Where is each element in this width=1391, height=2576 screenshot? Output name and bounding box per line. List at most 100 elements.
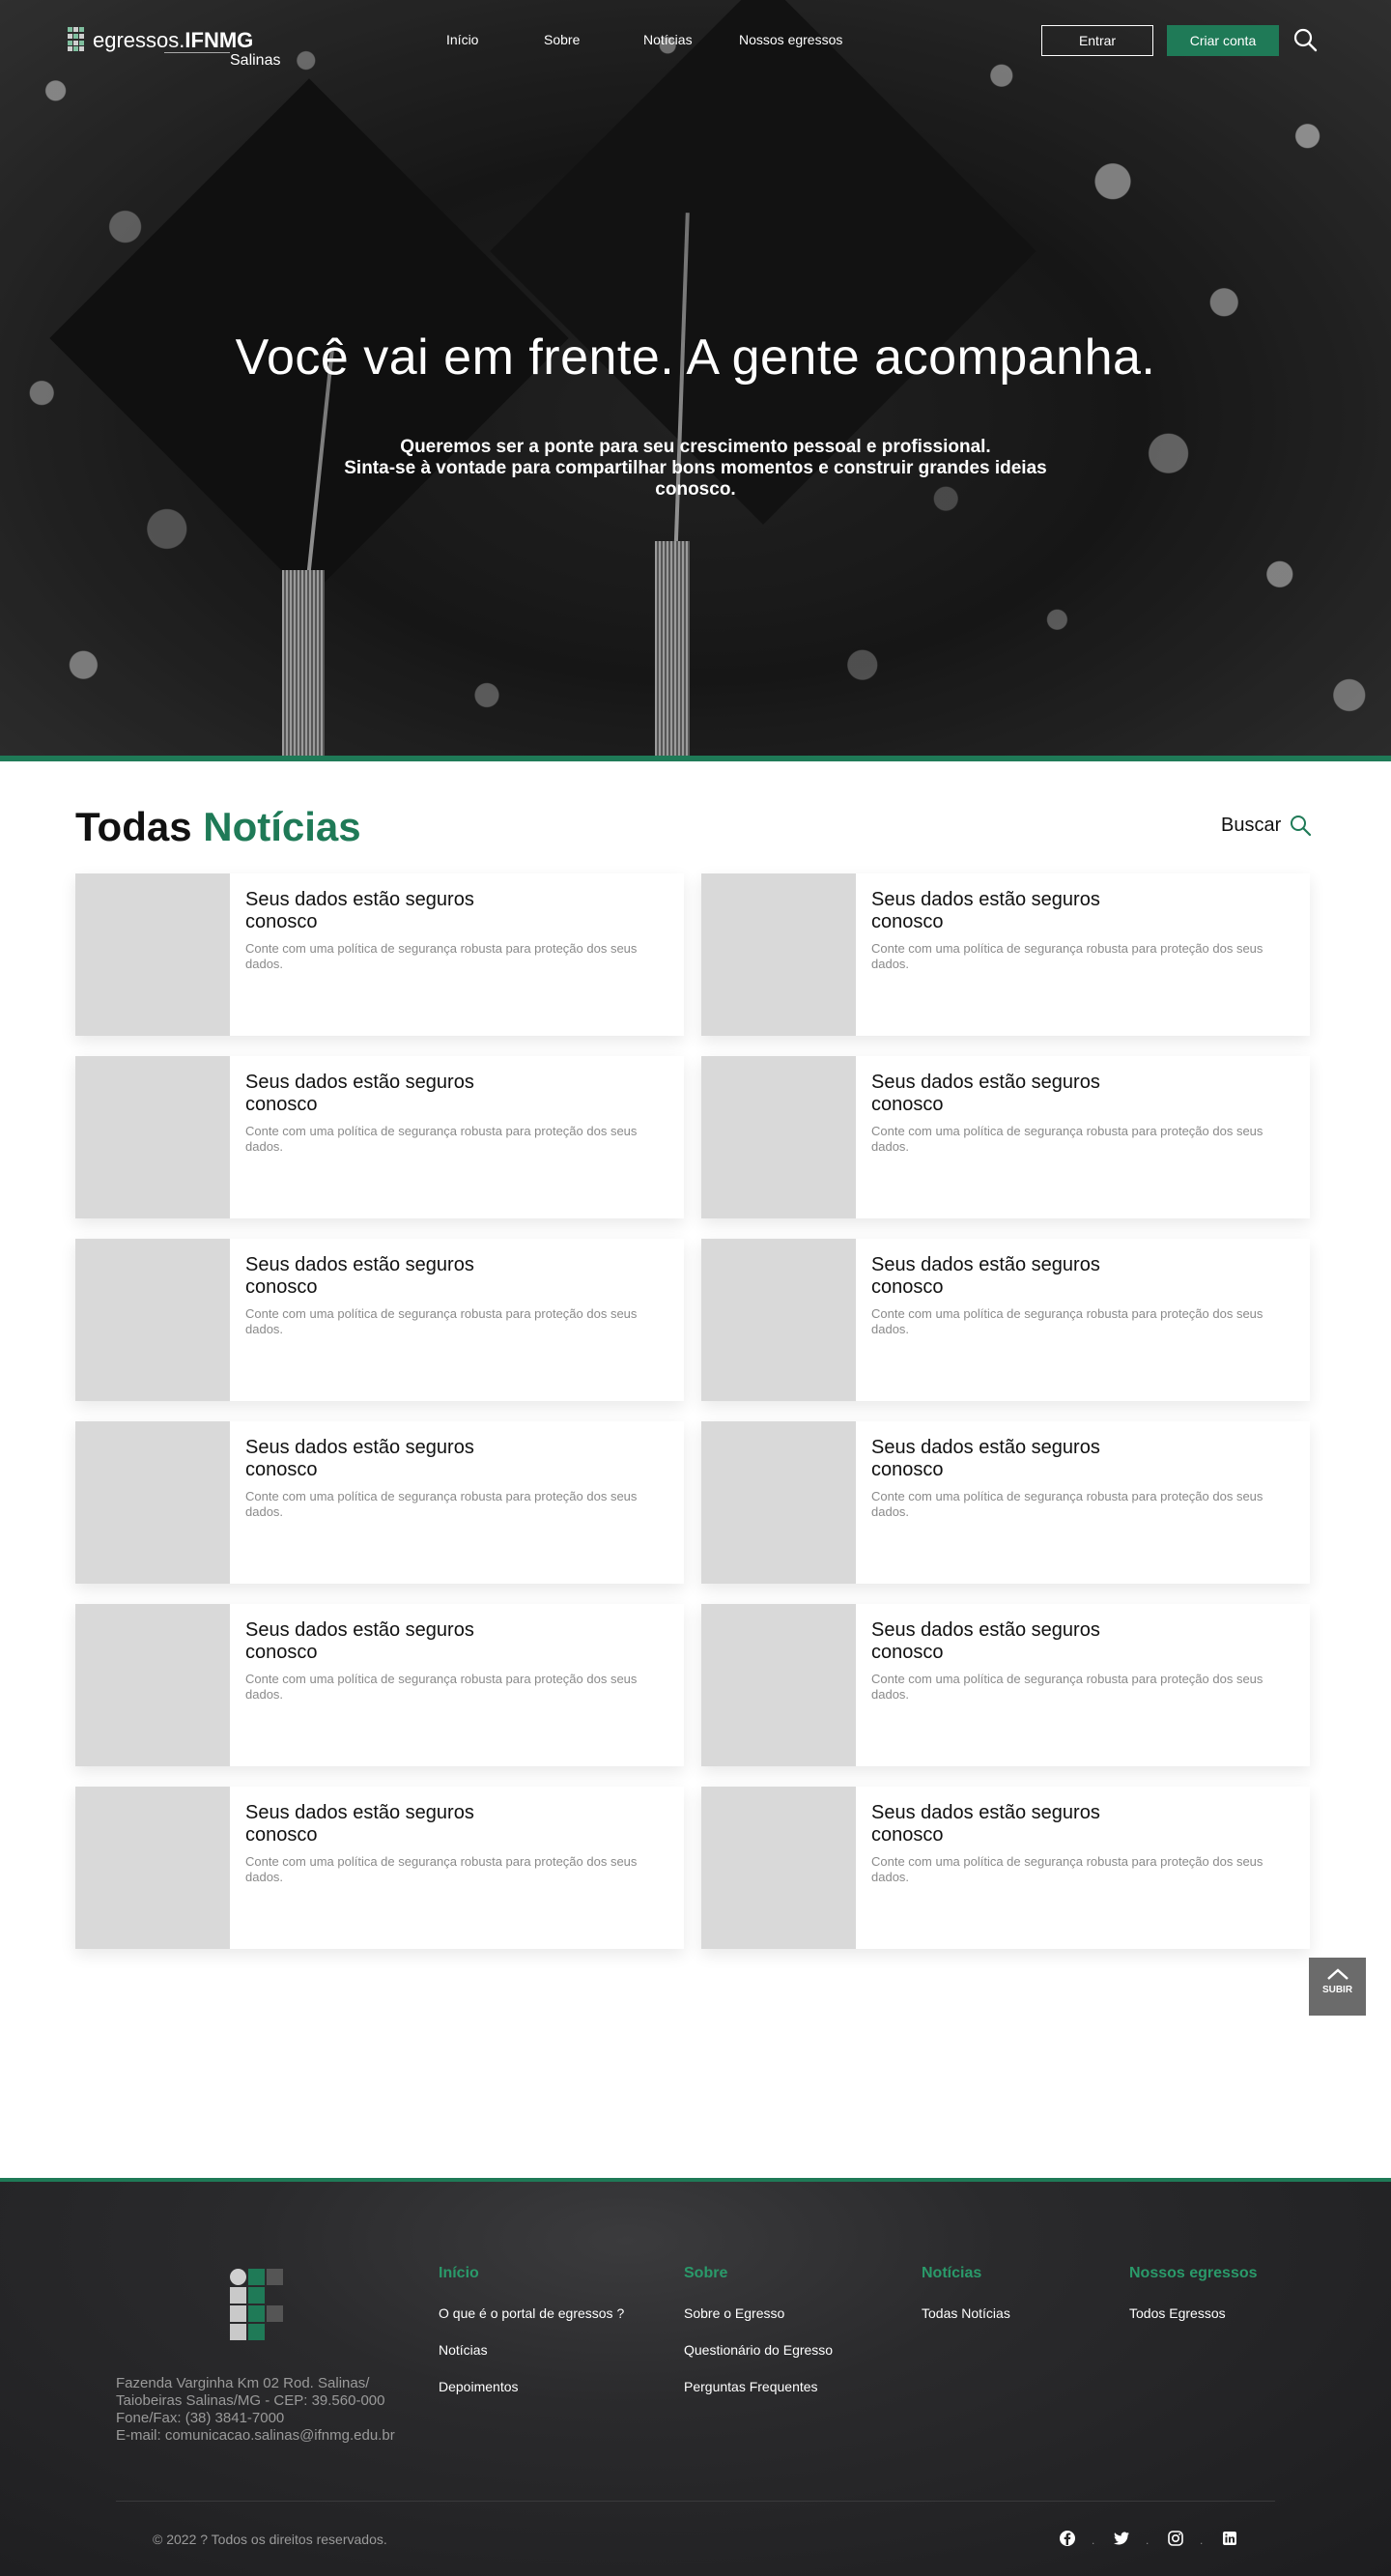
email-line: E-mail: comunicacao.salinas@ifnmg.edu.br (116, 2427, 395, 2444)
news-card-image-placeholder (75, 1239, 230, 1401)
news-card[interactable]: Seus dados estão seguros conosco Conte co… (75, 873, 684, 1036)
news-card-image-placeholder (701, 1604, 856, 1766)
hero-subtitle-line: Queremos ser a ponte para seu cresciment… (400, 437, 991, 457)
footer-heading[interactable]: Sobre (684, 2265, 833, 2282)
search-icon[interactable] (1289, 814, 1312, 837)
back-to-top-button[interactable]: SUBIR (1309, 1958, 1366, 2016)
footer-column-inicio: Início O que é o portal de egressos ? No… (439, 2265, 624, 2416)
section-title-prefix: Todas (75, 804, 192, 849)
news-card-description: Conte com uma política de segurança robu… (871, 1672, 1263, 1702)
news-card-body: Seus dados estão seguros conosco Conte co… (230, 1239, 667, 1401)
news-card-title: Seus dados estão seguros conosco (871, 1619, 1100, 1663)
site-logo[interactable]: egressos.IFNMG Salinas (68, 25, 290, 73)
news-card[interactable]: Seus dados estão seguros conosco Conte co… (701, 1056, 1310, 1218)
footer-divider (116, 2501, 1275, 2502)
login-button[interactable]: Entrar (1041, 25, 1153, 56)
news-card-body: Seus dados estão seguros conosco Conte co… (856, 1787, 1292, 1949)
news-card-body: Seus dados estão seguros conosco Conte co… (230, 873, 667, 1036)
logo-campus: Salinas (230, 52, 281, 69)
copyright: © 2022 ? Todos os direitos reservados. (153, 2532, 387, 2547)
news-card-description: Conte com uma política de segurança robu… (245, 1854, 638, 1884)
search-icon[interactable] (1292, 27, 1318, 52)
news-card-title: Seus dados estão seguros conosco (871, 1802, 1100, 1846)
news-card[interactable]: Seus dados estão seguros conosco Conte co… (75, 1421, 684, 1584)
news-card-body: Seus dados estão seguros conosco Conte co… (856, 873, 1292, 1036)
news-card-description: Conte com uma política de segurança robu… (871, 1306, 1263, 1336)
footer-address: Fazenda Varginha Km 02 Rod. Salinas/ Tai… (116, 2375, 395, 2445)
footer-link[interactable]: Todas Notícias (922, 2305, 1010, 2321)
phone-line: Fone/Fax: (38) 3841-7000 (116, 2410, 285, 2426)
back-to-top-label: SUBIR (1321, 1985, 1353, 1995)
news-card-description: Conte com uma política de segurança robu… (245, 1672, 638, 1702)
nav-inicio[interactable]: Início (446, 32, 478, 47)
footer-heading[interactable]: Nossos egressos (1129, 2265, 1258, 2282)
linkedin-icon[interactable] (1221, 2530, 1238, 2547)
news-card-title: Seus dados estão seguros conosco (245, 889, 474, 932)
nav-nossos-egressos[interactable]: Nossos egressos (739, 32, 842, 47)
news-card-image-placeholder (75, 1421, 230, 1584)
news-card-description: Conte com uma política de segurança robu… (871, 1854, 1263, 1884)
news-card-title: Seus dados estão seguros conosco (871, 1437, 1100, 1480)
footer-column-sobre: Sobre Sobre o Egresso Questionário do Eg… (684, 2265, 833, 2416)
hero-title: Você vai em frente. A gente acompanha. (235, 329, 1156, 386)
search-label[interactable]: Buscar (1221, 815, 1281, 837)
logo-text: egressos.IFNMG (93, 28, 254, 52)
news-card[interactable]: Seus dados estão seguros conosco Conte co… (701, 1421, 1310, 1584)
news-card-body: Seus dados estão seguros conosco Conte co… (230, 1787, 667, 1949)
nav-sobre[interactable]: Sobre (544, 32, 580, 47)
news-card[interactable]: Seus dados estão seguros conosco Conte co… (701, 1787, 1310, 1949)
news-card-description: Conte com uma política de segurança robu… (245, 1489, 638, 1519)
section-title-highlight: Notícias (203, 804, 361, 849)
footer-heading[interactable]: Início (439, 2265, 624, 2282)
news-card-body: Seus dados estão seguros conosco Conte co… (230, 1421, 667, 1584)
news-card-title: Seus dados estão seguros conosco (871, 1072, 1100, 1115)
footer-link[interactable]: Sobre o Egresso (684, 2305, 833, 2321)
news-card[interactable]: Seus dados estão seguros conosco Conte co… (75, 1239, 684, 1401)
footer-link[interactable]: Perguntas Frequentes (684, 2379, 833, 2394)
footer-column-noticias: Notícias Todas Notícias (922, 2265, 1010, 2342)
news-card[interactable]: Seus dados estão seguros conosco Conte co… (75, 1604, 684, 1766)
news-card-image-placeholder (701, 1421, 856, 1584)
news-card-image-placeholder (75, 1056, 230, 1218)
footer-link[interactable]: Depoimentos (439, 2379, 624, 2394)
logo-underline (164, 52, 230, 53)
news-card[interactable]: Seus dados estão seguros conosco Conte co… (701, 1239, 1310, 1401)
signup-button[interactable]: Criar conta (1167, 25, 1279, 56)
separator-dot: . (1146, 2533, 1150, 2547)
chevron-up-icon (1326, 1968, 1348, 1980)
news-card-body: Seus dados estão seguros conosco Conte co… (856, 1239, 1292, 1401)
instagram-icon[interactable] (1167, 2530, 1184, 2547)
footer-column-nossos-egressos: Nossos egressos Todos Egressos (1129, 2265, 1258, 2342)
footer-link[interactable]: O que é o portal de egressos ? (439, 2305, 624, 2321)
news-card-body: Seus dados estão seguros conosco Conte co… (230, 1604, 667, 1766)
news-card-description: Conte com uma política de segurança robu… (245, 1306, 638, 1336)
news-card[interactable]: Seus dados estão seguros conosco Conte co… (75, 1056, 684, 1218)
twitter-icon[interactable] (1113, 2530, 1130, 2547)
separator-dot: . (1092, 2533, 1095, 2547)
hero-banner: egressos.IFNMG Salinas Início Sobre Notí… (0, 0, 1391, 756)
news-card-description: Conte com uma política de segurança robu… (871, 1489, 1263, 1519)
news-card[interactable]: Seus dados estão seguros conosco Conte co… (75, 1787, 684, 1949)
news-card-description: Conte com uma política de segurança robu… (871, 1124, 1263, 1154)
news-card-title: Seus dados estão seguros conosco (245, 1254, 474, 1298)
news-card[interactable]: Seus dados estão seguros conosco Conte co… (701, 873, 1310, 1036)
news-card-body: Seus dados estão seguros conosco Conte co… (856, 1604, 1292, 1766)
address-line: Taiobeiras Salinas/MG - CEP: 39.560-000 (116, 2392, 385, 2409)
hero-accent-line (0, 756, 1391, 761)
news-card-description: Conte com uma política de segurança robu… (245, 941, 638, 971)
news-grid: Seus dados estão seguros conosco Conte co… (75, 873, 1310, 1949)
facebook-icon[interactable] (1059, 2530, 1076, 2547)
news-card-title: Seus dados estão seguros conosco (871, 1254, 1100, 1298)
news-card-image-placeholder (701, 873, 856, 1036)
section-title: Todas Notícias (75, 804, 361, 850)
news-card-title: Seus dados estão seguros conosco (245, 1437, 474, 1480)
news-card-image-placeholder (75, 1787, 230, 1949)
news-card-image-placeholder (75, 873, 230, 1036)
nav-noticias[interactable]: Notícias (643, 32, 693, 47)
footer-heading[interactable]: Notícias (922, 2265, 1010, 2282)
footer-link[interactable]: Todos Egressos (1129, 2305, 1258, 2321)
news-card[interactable]: Seus dados estão seguros conosco Conte co… (701, 1604, 1310, 1766)
news-card-title: Seus dados estão seguros conosco (871, 889, 1100, 932)
footer-link[interactable]: Questionário do Egresso (684, 2342, 833, 2358)
footer-link[interactable]: Notícias (439, 2342, 624, 2358)
